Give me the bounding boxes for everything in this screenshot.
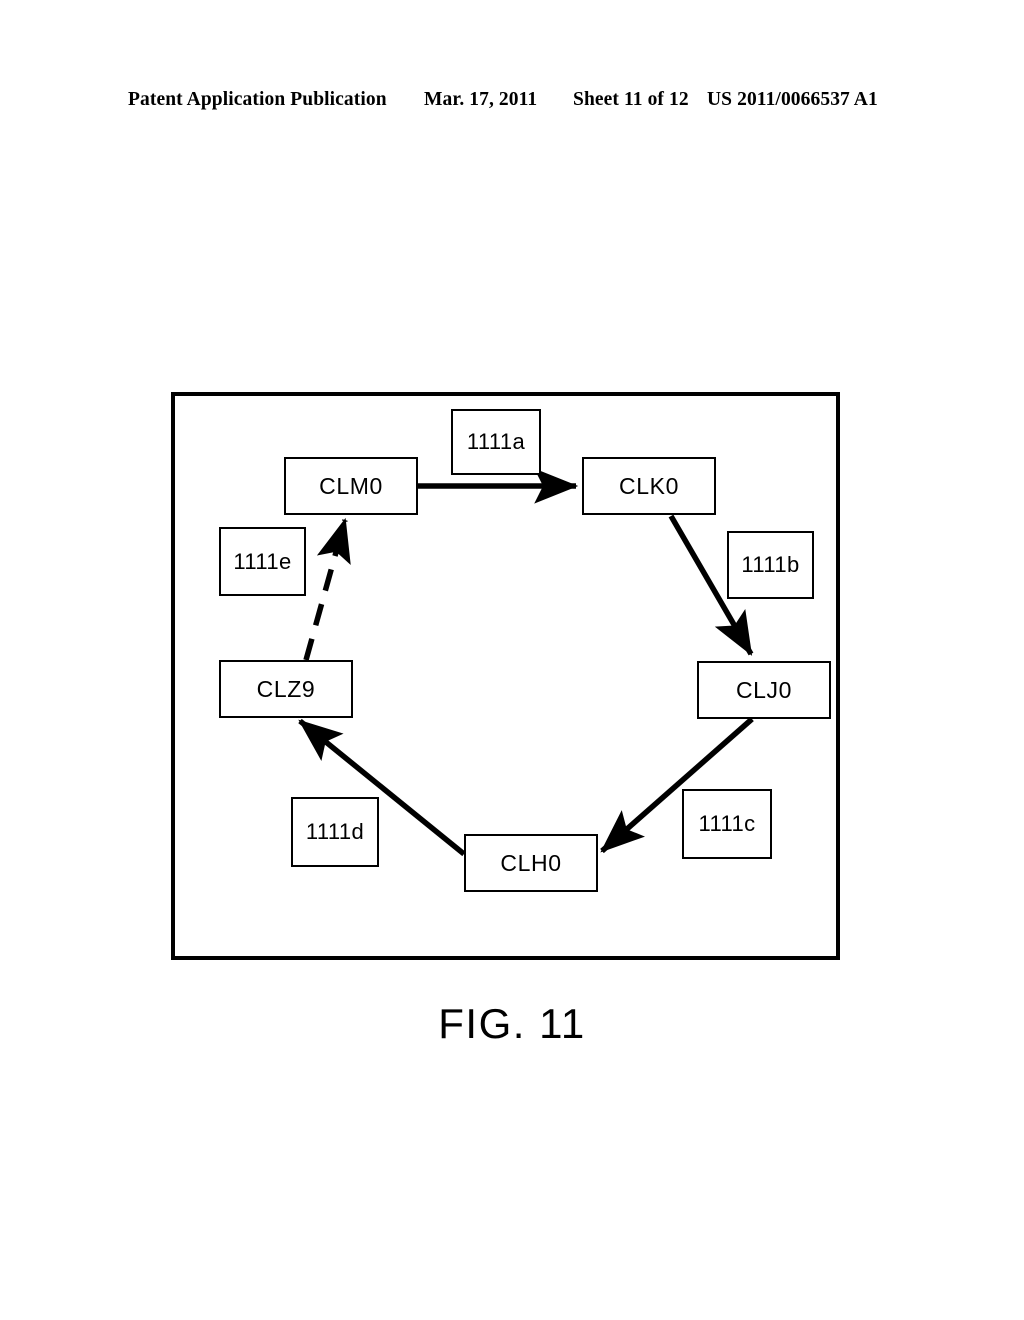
node-box-clk0[interactable]: CLK0 bbox=[582, 457, 716, 515]
page-header: Patent Application Publication Mar. 17, … bbox=[0, 86, 1024, 114]
edge-clz9-to-clm0 bbox=[303, 517, 351, 661]
reference-label-text-1111d: 1111d bbox=[305, 819, 365, 844]
header-publication-date: Mar. 17, 2011 bbox=[424, 89, 538, 110]
reference-label-text-1111c: 1111c bbox=[698, 811, 756, 836]
figure-caption: FIG. 11 bbox=[438, 1000, 586, 1047]
node-box-clm0[interactable]: CLM0 bbox=[284, 457, 418, 515]
reference-label-box-1111e: 1111e bbox=[219, 527, 306, 596]
figure-border-frame: CLM0 CLK0 CLJ0 CLH0 CLZ9 1111a 1111b 111… bbox=[171, 392, 840, 960]
reference-label-box-1111c: 1111c bbox=[682, 789, 772, 859]
node-box-clz9[interactable]: CLZ9 bbox=[219, 660, 353, 718]
node-box-clh0[interactable]: CLH0 bbox=[464, 834, 598, 892]
reference-label-text-1111b: 1111b bbox=[741, 552, 800, 577]
reference-label-text-1111a: 1111a bbox=[466, 429, 526, 454]
reference-label-box-1111b: 1111b bbox=[727, 531, 814, 599]
node-label-clm0: CLM0 bbox=[319, 472, 383, 499]
node-label-clz9: CLZ9 bbox=[256, 675, 316, 702]
reference-label-box-1111a: 1111a bbox=[451, 409, 541, 475]
header-publication-text: Patent Application Publication bbox=[128, 89, 387, 110]
node-label-clj0: CLJ0 bbox=[735, 676, 793, 703]
header-document-number: US 2011/0066537 A1 bbox=[707, 89, 878, 110]
header-sheet-number: Sheet 11 of 12 bbox=[573, 89, 689, 110]
node-label-clh0: CLH0 bbox=[500, 849, 562, 876]
node-label-clk0: CLK0 bbox=[619, 472, 679, 499]
reference-label-text-1111e: 1111e bbox=[233, 548, 292, 574]
reference-label-box-1111d: 1111d bbox=[291, 797, 379, 867]
node-box-clj0[interactable]: CLJ0 bbox=[697, 661, 831, 719]
